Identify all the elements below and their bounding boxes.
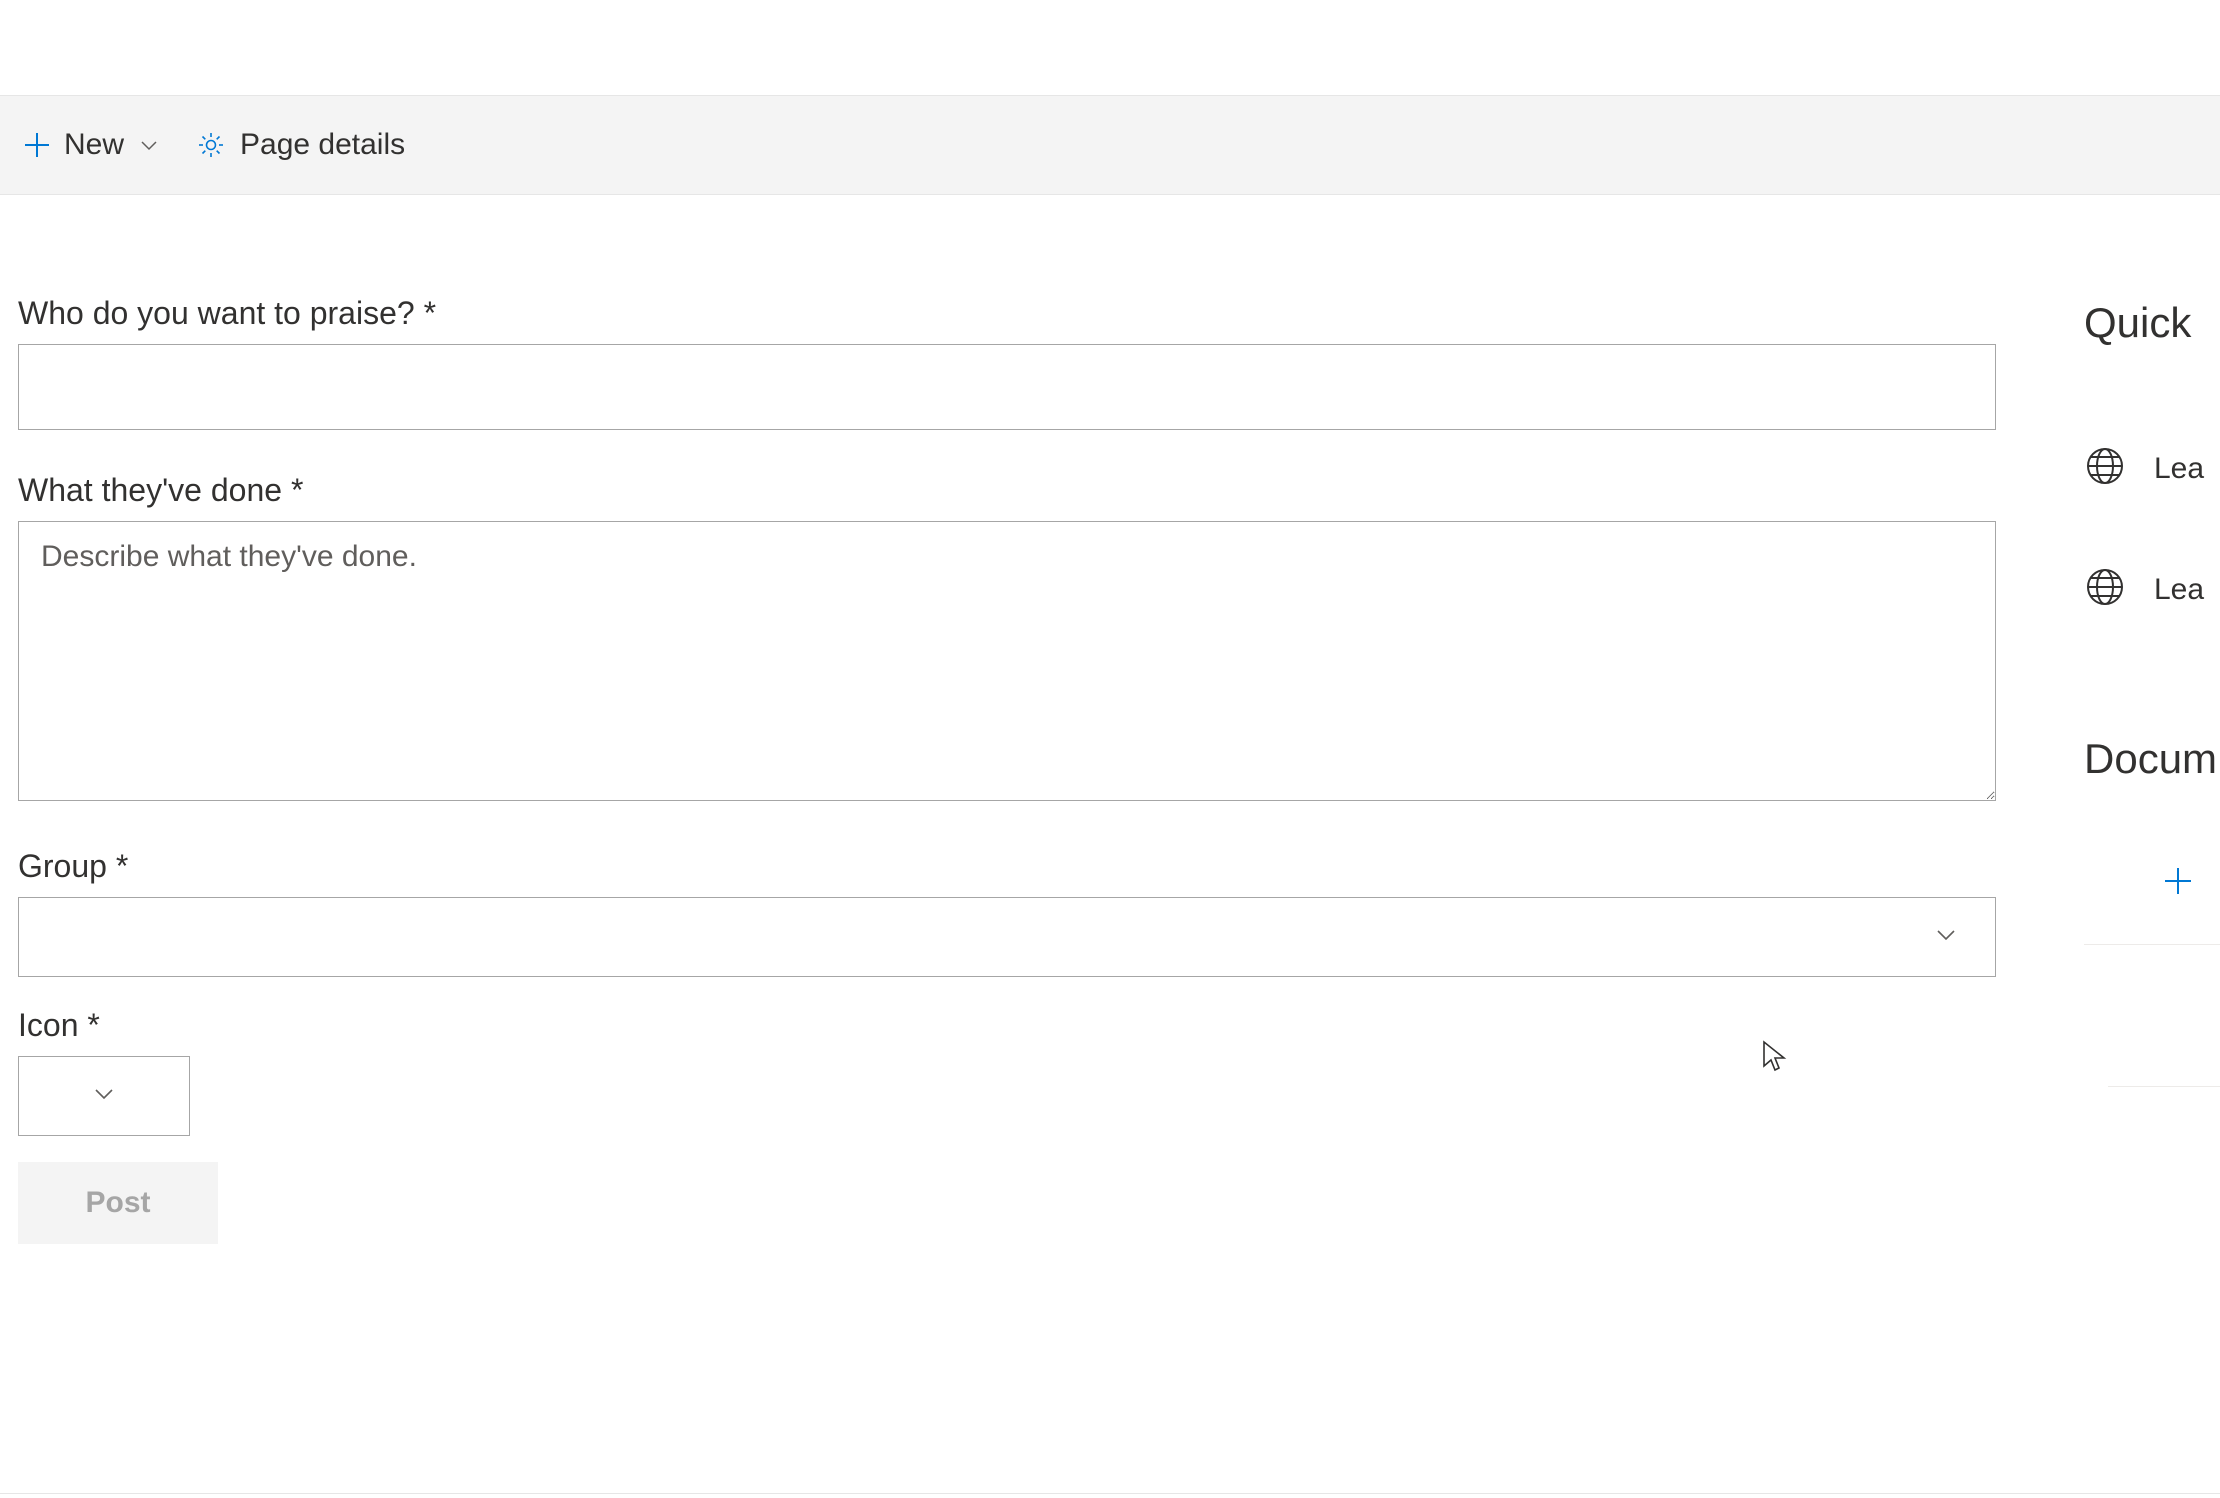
page-details-label: Page details [240, 128, 405, 162]
documents-add-button[interactable] [2084, 865, 2220, 945]
chevron-down-icon [138, 134, 160, 156]
quick-link-item[interactable]: Lea [2084, 566, 2220, 613]
documents-heading: Docum [2084, 735, 2220, 783]
quick-link-item[interactable]: Lea [2084, 445, 2220, 492]
post-button[interactable]: Post [18, 1162, 218, 1244]
praise-label: Who do you want to praise? * [18, 295, 1996, 332]
form-column: Who do you want to praise? * What they'v… [18, 295, 1996, 1244]
praise-input[interactable] [18, 344, 1996, 430]
done-label: What they've done * [18, 472, 1996, 509]
icon-dropdown[interactable] [18, 1056, 190, 1136]
top-spacer [0, 0, 2220, 95]
gear-icon [196, 130, 226, 160]
globe-icon [2084, 445, 2126, 492]
plus-icon [24, 132, 50, 158]
documents-divider [2108, 945, 2220, 1087]
page-details-button[interactable]: Page details [178, 118, 423, 172]
group-label: Group * [18, 848, 1996, 885]
plus-icon [2162, 865, 2194, 902]
quick-links-heading: Quick [2084, 299, 2220, 347]
quick-link-label: Lea [2154, 452, 2204, 486]
globe-icon [2084, 566, 2126, 613]
new-button[interactable]: New [6, 118, 178, 172]
done-textarea[interactable] [18, 521, 1996, 801]
new-label: New [64, 128, 124, 162]
group-dropdown[interactable] [18, 897, 1996, 977]
quick-link-label: Lea [2154, 573, 2204, 607]
icon-label: Icon * [18, 1007, 1996, 1044]
bottom-divider [0, 1493, 2220, 1494]
content-row: Who do you want to praise? * What they'v… [0, 195, 2220, 1244]
chevron-down-icon [91, 1081, 117, 1112]
command-bar: New Page details [0, 95, 2220, 195]
sidebar-column: Quick Lea [2084, 295, 2220, 1244]
chevron-down-icon [1933, 922, 1959, 953]
